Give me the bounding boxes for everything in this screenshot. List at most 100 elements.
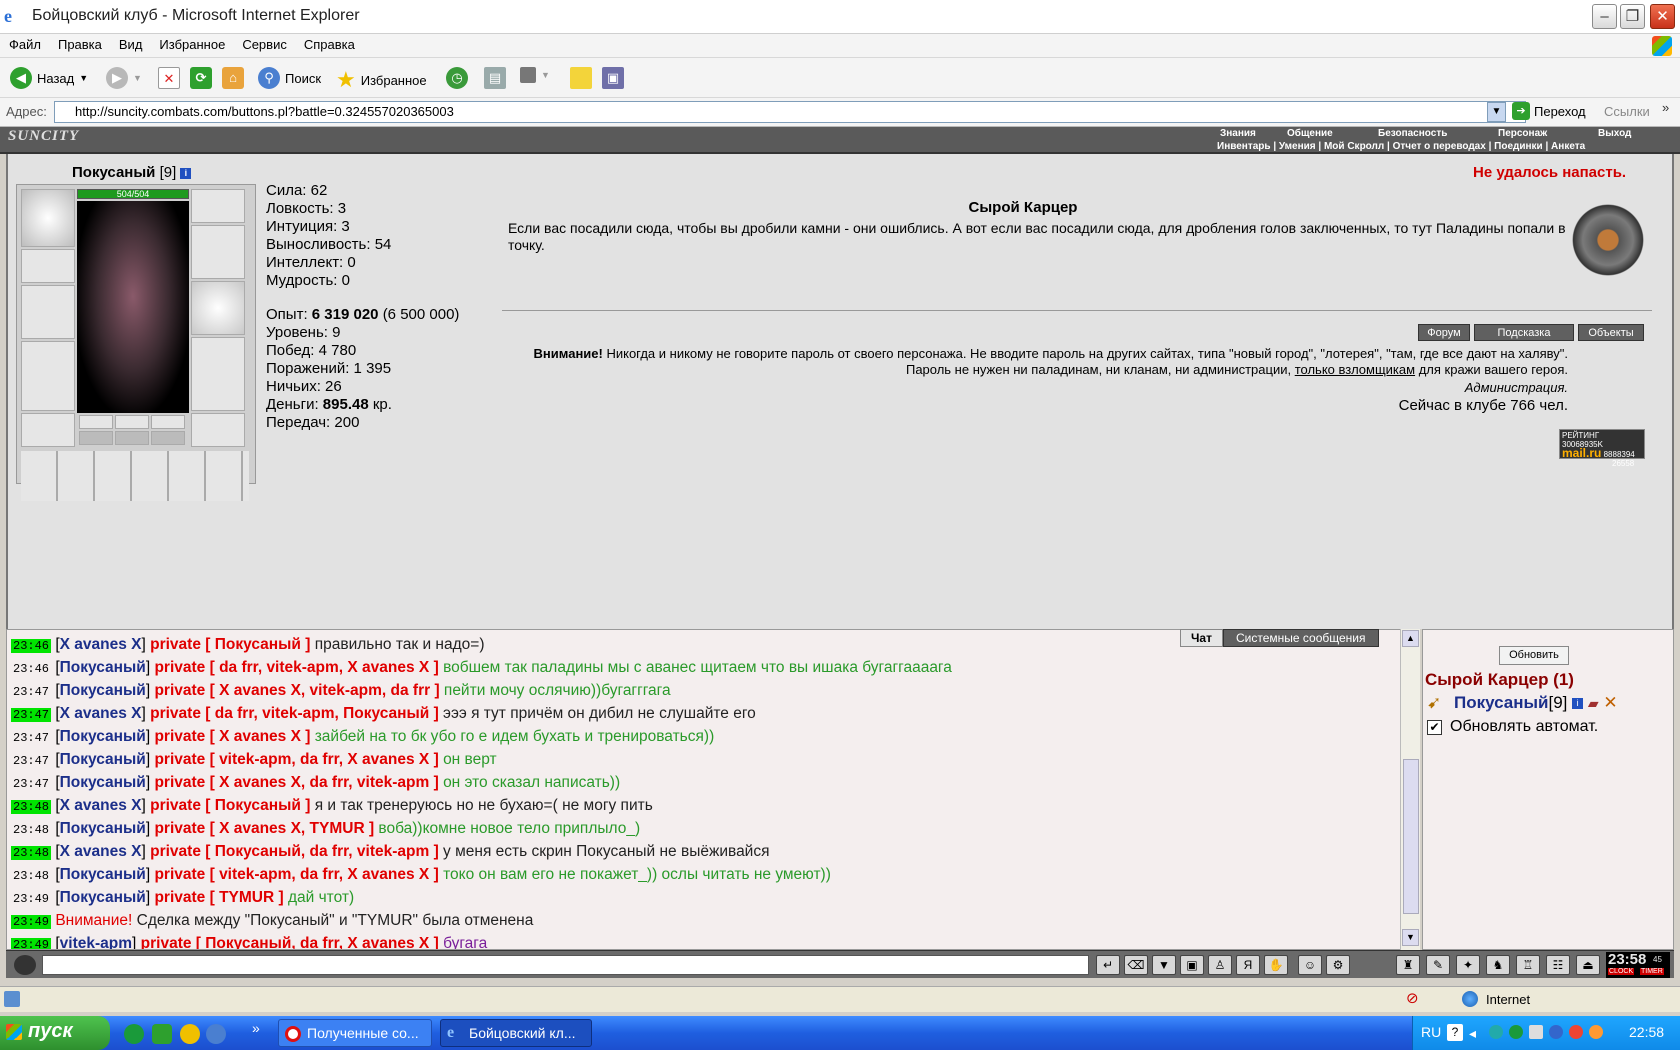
home-button[interactable]: ⌂: [222, 67, 244, 89]
room-user-entry[interactable]: ➹ Покусаный[9] i ▰ ✕: [1427, 693, 1618, 713]
window-title-bar[interactable]: e Бойцовский клуб - Microsoft Internet E…: [0, 0, 1680, 34]
skills-icon[interactable]: ✦: [1456, 955, 1480, 975]
chat-private-recipients[interactable]: private [ TYMUR ]: [154, 889, 283, 906]
media-button[interactable]: ▣: [602, 67, 624, 89]
search-button[interactable]: ⚲ Поиск: [258, 67, 321, 89]
navigation-compass-icon[interactable]: [1571, 198, 1645, 282]
armor-slot-icon[interactable]: [21, 341, 75, 411]
links-button[interactable]: Ссылки: [1604, 104, 1650, 119]
go-button[interactable]: ➔ Переход: [1512, 102, 1586, 120]
quest-icon[interactable]: ♞: [1486, 955, 1510, 975]
stop-button[interactable]: ✕: [158, 67, 180, 89]
chat-sender[interactable]: X avanes X: [60, 797, 142, 814]
filter-icon[interactable]: ▼: [1152, 955, 1176, 975]
objects-button[interactable]: Объекты: [1578, 324, 1644, 341]
chat-sender[interactable]: Покусаный: [60, 682, 146, 699]
chat-sender[interactable]: X avanes X: [60, 636, 142, 653]
clear-icon[interactable]: ⌫: [1124, 955, 1148, 975]
nav-knowledge[interactable]: Знания: [1220, 128, 1256, 139]
info-icon[interactable]: i: [180, 167, 192, 179]
menu-edit[interactable]: Правка: [49, 34, 110, 52]
belt-slot-icon[interactable]: [21, 413, 75, 447]
menu-view[interactable]: Вид: [110, 34, 151, 52]
tray-icon-6[interactable]: [1589, 1025, 1603, 1039]
ring-slot-2-icon[interactable]: [115, 415, 149, 429]
quicklaunch-more-icon[interactable]: »: [252, 1020, 260, 1036]
chat-sender[interactable]: Покусаный: [60, 659, 146, 676]
user-info-icon[interactable]: i: [1572, 698, 1584, 710]
edit-button[interactable]: ▼: [520, 67, 550, 83]
person-icon[interactable]: ♙: [1208, 955, 1232, 975]
forward-button[interactable]: ▶ ▼: [106, 67, 142, 89]
leggings-slot-icon[interactable]: [191, 337, 245, 411]
blocked-icon[interactable]: ⊘: [1406, 989, 1426, 1009]
castle-icon[interactable]: ♖: [1516, 955, 1540, 975]
quicklaunch-icon-1[interactable]: [124, 1024, 144, 1044]
radiation-icon[interactable]: [180, 1024, 200, 1044]
auto-refresh-checkbox[interactable]: ✔: [1427, 719, 1442, 735]
tab-system-messages[interactable]: Системные сообщения: [1222, 629, 1379, 647]
maximize-button[interactable]: ❐: [1620, 4, 1645, 29]
private-arrow-icon[interactable]: ➹: [1427, 693, 1441, 712]
warning-link[interactable]: только взломщикам: [1295, 362, 1415, 377]
taskbar-item-ie[interactable]: e Бойцовский кл...: [440, 1019, 592, 1047]
print-button[interactable]: ▤: [484, 67, 506, 89]
rune-slot-2-icon[interactable]: [115, 431, 149, 445]
chat-private-recipients[interactable]: private [ vitek-apm, da frr, X avanes X …: [154, 866, 438, 883]
minimize-button[interactable]: –: [1592, 4, 1617, 29]
chat-sender[interactable]: Покусаный: [60, 728, 146, 745]
bracers-slot-icon[interactable]: [21, 249, 75, 283]
links-chevron-icon[interactable]: »: [1662, 100, 1669, 115]
inventory-pocket-slots[interactable]: [21, 451, 249, 501]
chat-private-recipients[interactable]: private [ vitek-apm, da frr, X avanes X …: [154, 751, 438, 768]
exit-icon[interactable]: ⏏: [1576, 955, 1600, 975]
language-indicator[interactable]: RU: [1421, 1024, 1441, 1040]
tray-icon-3[interactable]: [1529, 1025, 1543, 1039]
menu-file[interactable]: Файл: [0, 34, 49, 52]
earring-slot-icon[interactable]: [191, 189, 245, 223]
tray-icon-5[interactable]: [1569, 1025, 1583, 1039]
translit-icon[interactable]: Я: [1236, 955, 1260, 975]
chat-private-recipients[interactable]: private [ X avanes X, vitek-apm, da frr …: [154, 682, 439, 699]
tray-icon-2[interactable]: [1509, 1025, 1523, 1039]
scroll-up-button[interactable]: ▲: [1402, 630, 1419, 647]
chat-scrollbar[interactable]: ▲ ▼: [1400, 629, 1420, 950]
chat-private-recipients[interactable]: private [ Покусаный ]: [150, 797, 310, 814]
chat-mode-icon[interactable]: [14, 955, 36, 975]
character-avatar[interactable]: [77, 201, 189, 413]
chat-sender[interactable]: X avanes X: [60, 705, 142, 722]
chat-sender[interactable]: Покусаный: [60, 751, 146, 768]
chat-sender[interactable]: Покусаный: [60, 774, 146, 791]
chat-sender[interactable]: X avanes X: [60, 843, 142, 860]
rune-slot-3-icon[interactable]: [151, 431, 185, 445]
chat-private-recipients[interactable]: private [ X avanes X, TYMUR ]: [154, 820, 374, 837]
volume-icon[interactable]: ◂: [1469, 1025, 1476, 1042]
ring-slot-1-icon[interactable]: [79, 415, 113, 429]
people-icon[interactable]: ☷: [1546, 955, 1570, 975]
gloves-slot-icon[interactable]: [191, 225, 245, 279]
shield-slot-icon[interactable]: [191, 281, 245, 335]
boots-slot-icon[interactable]: [191, 413, 245, 447]
notes-button[interactable]: [570, 67, 592, 89]
tab-chat[interactable]: Чат: [1180, 629, 1223, 647]
media-player-icon[interactable]: [206, 1024, 226, 1044]
bag-icon[interactable]: ♜: [1396, 955, 1420, 975]
system-clock[interactable]: 22:58: [1629, 1024, 1664, 1040]
chat-sender[interactable]: Покусаный: [60, 889, 146, 906]
forum-button[interactable]: Форум: [1418, 324, 1470, 341]
chat-settings-icon[interactable]: ⚙: [1326, 955, 1350, 975]
send-icon[interactable]: ↵: [1096, 955, 1120, 975]
chat-private-recipients[interactable]: private [ X avanes X ]: [154, 728, 310, 745]
chat-sender[interactable]: vitek-apm: [60, 935, 132, 949]
helmet-slot-icon[interactable]: [21, 189, 75, 247]
close-button[interactable]: ✕: [1650, 4, 1675, 29]
history-button[interactable]: ◷: [446, 67, 468, 89]
hand-icon[interactable]: ✋: [1264, 955, 1288, 975]
menu-favorites[interactable]: Избранное: [150, 34, 233, 52]
nav-security[interactable]: Безопасность: [1378, 128, 1447, 139]
chat-private-recipients[interactable]: private [ Покусаный ]: [150, 636, 310, 653]
taskbar-item-opera[interactable]: Полученные со...: [278, 1019, 432, 1047]
chat-sender[interactable]: Покусаный: [60, 866, 146, 883]
rating-counter-badge[interactable]: РЕЙТИНГ 30068935K mail.ru 8888394 26558: [1559, 429, 1645, 468]
ring-slot-3-icon[interactable]: [151, 415, 185, 429]
